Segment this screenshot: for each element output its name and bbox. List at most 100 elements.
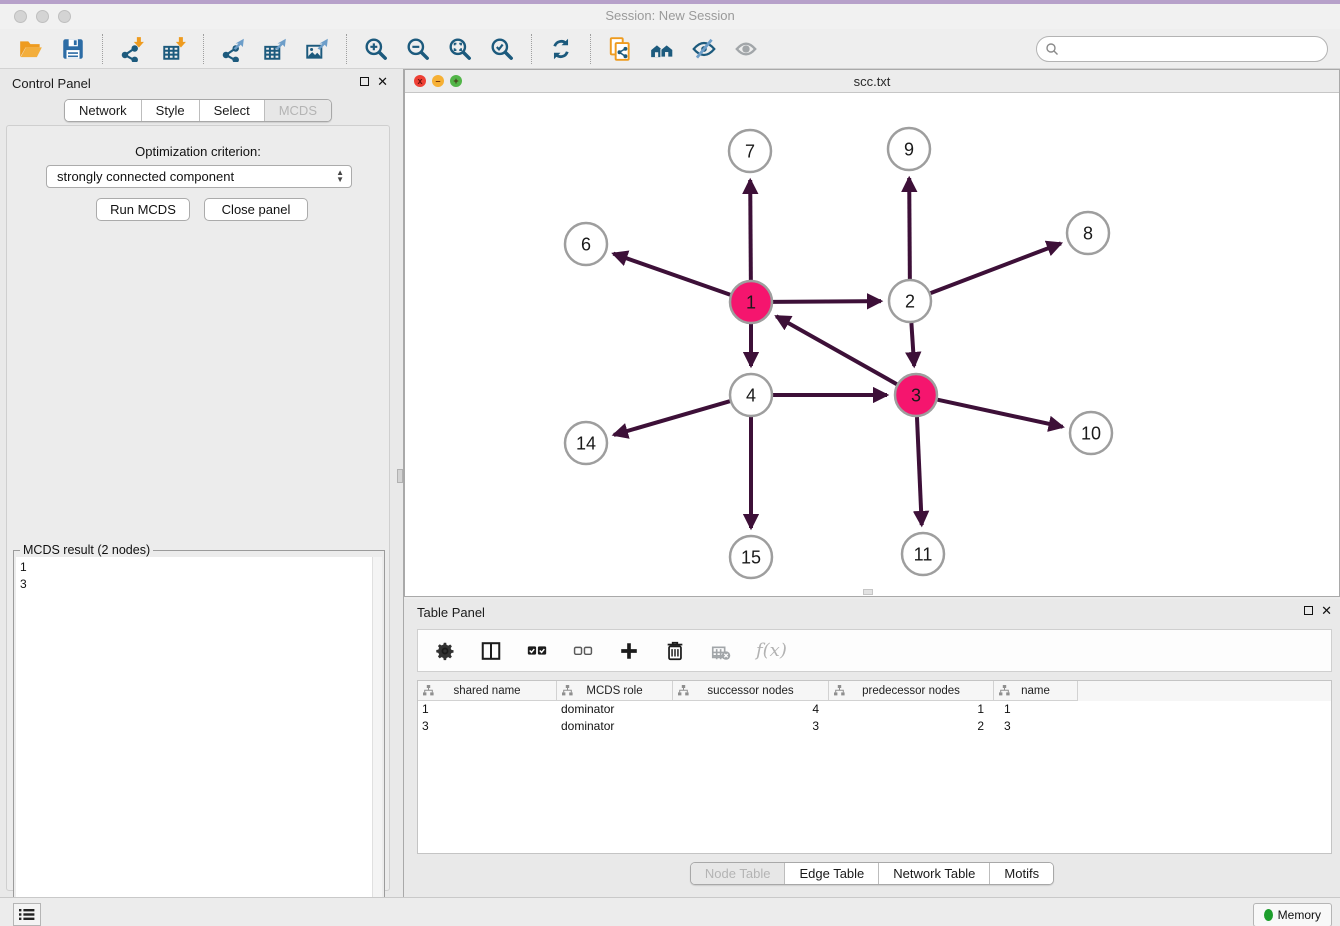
close-panel-icon[interactable]: ✕ xyxy=(377,76,388,87)
search-box[interactable] xyxy=(1036,36,1328,62)
select-all-rows-icon[interactable] xyxy=(526,640,548,662)
first-neighbors-icon[interactable] xyxy=(647,34,677,64)
table-settings-icon[interactable] xyxy=(434,640,456,662)
optimization-criterion-select[interactable]: strongly connected component ▲▼ xyxy=(46,165,352,188)
cell-name: 3 xyxy=(994,718,1078,735)
optimization-criterion-value: strongly connected component xyxy=(57,169,234,184)
float-table-panel-icon[interactable] xyxy=(1304,606,1313,615)
mcds-result-text[interactable]: 1 3 xyxy=(16,557,372,922)
list-icon xyxy=(19,908,35,921)
copy-network-icon[interactable] xyxy=(605,34,635,64)
table-tab-network-table[interactable]: Network Table xyxy=(879,863,990,884)
toolbar-separator xyxy=(590,34,591,64)
network-graph: 7968124314101511 xyxy=(405,93,1339,596)
column-header-MCDS-role[interactable]: MCDS role xyxy=(557,681,673,701)
edge-1-2[interactable] xyxy=(773,301,881,302)
table-row[interactable]: 1dominator411 xyxy=(418,701,1331,718)
column-header-shared-name[interactable]: shared name xyxy=(418,681,557,701)
mcds-panel: Optimization criterion: strongly connect… xyxy=(6,125,390,891)
vertical-splitter[interactable] xyxy=(396,69,404,897)
export-network-icon[interactable] xyxy=(218,34,248,64)
table-row[interactable]: 3dominator323 xyxy=(418,718,1331,735)
toolbar-separator xyxy=(531,34,532,64)
zoom-in-icon[interactable] xyxy=(361,34,391,64)
close-panel-button[interactable]: Close panel xyxy=(204,198,308,221)
import-table-icon[interactable] xyxy=(159,34,189,64)
edge-3-11[interactable] xyxy=(917,417,922,525)
control-panel-tabs: NetworkStyleSelectMCDS xyxy=(0,99,396,122)
show-all-icon[interactable] xyxy=(731,34,761,64)
node-label-8: 8 xyxy=(1083,223,1093,243)
edge-1-7[interactable] xyxy=(750,180,751,280)
cell-shared-name: 3 xyxy=(418,718,557,735)
cell-MCDS-role: dominator xyxy=(557,701,673,718)
zoom-fit-icon[interactable] xyxy=(445,34,475,64)
memory-status-icon xyxy=(1264,909,1273,921)
table-panel-title: Table Panel xyxy=(417,605,485,620)
import-network-icon[interactable] xyxy=(117,34,147,64)
edge-3-10[interactable] xyxy=(937,400,1062,427)
node-table[interactable]: shared nameMCDS rolesuccessor nodesprede… xyxy=(417,680,1332,854)
tab-mcds[interactable]: MCDS xyxy=(265,100,331,121)
mcds-result-scrollbar[interactable] xyxy=(372,557,382,922)
edge-2-8[interactable] xyxy=(931,243,1061,293)
edge-3-1[interactable] xyxy=(776,316,897,384)
canvas-scroll-grip[interactable] xyxy=(863,589,873,595)
cell-successor-nodes: 3 xyxy=(673,718,829,735)
tab-network[interactable]: Network xyxy=(65,100,142,121)
column-header-name[interactable]: name xyxy=(994,681,1078,701)
cell-successor-nodes: 4 xyxy=(673,701,829,718)
search-icon xyxy=(1045,42,1059,56)
open-session-icon[interactable] xyxy=(16,34,46,64)
node-label-10: 10 xyxy=(1081,423,1101,443)
table-tab-motifs[interactable]: Motifs xyxy=(990,863,1053,884)
cell-name: 1 xyxy=(994,701,1078,718)
zoom-selected-icon[interactable] xyxy=(487,34,517,64)
table-panel-tabs: Node TableEdge TableNetwork TableMotifs xyxy=(404,862,1340,885)
hide-selected-icon[interactable] xyxy=(689,34,719,64)
table-tab-group: Node TableEdge TableNetwork TableMotifs xyxy=(690,862,1054,885)
deselect-all-rows-icon[interactable] xyxy=(572,640,594,662)
export-image-icon[interactable] xyxy=(302,34,332,64)
float-panel-icon[interactable] xyxy=(360,77,369,86)
node-table-header: shared nameMCDS rolesuccessor nodesprede… xyxy=(418,681,1331,701)
delete-rows-icon[interactable] xyxy=(664,640,686,662)
network-canvas[interactable]: 7968124314101511 xyxy=(405,93,1339,596)
split-columns-icon[interactable] xyxy=(480,640,502,662)
export-table-icon[interactable] xyxy=(260,34,290,64)
splitter-grip[interactable] xyxy=(397,469,403,483)
edge-2-9[interactable] xyxy=(909,178,910,279)
tab-group: NetworkStyleSelectMCDS xyxy=(64,99,332,122)
memory-button[interactable]: Memory xyxy=(1253,903,1332,926)
node-label-7: 7 xyxy=(745,141,755,161)
column-header-successor-nodes[interactable]: successor nodes xyxy=(673,681,829,701)
close-table-panel-icon[interactable]: ✕ xyxy=(1321,605,1332,616)
search-input[interactable] xyxy=(1063,39,1327,59)
cell-predecessor-nodes: 2 xyxy=(829,718,994,735)
edge-4-14[interactable] xyxy=(614,401,730,435)
control-panel-title: Control Panel xyxy=(12,76,91,91)
node-label-2: 2 xyxy=(905,291,915,311)
function-builder-icon: f(x) xyxy=(756,640,787,661)
table-tab-edge-table[interactable]: Edge Table xyxy=(785,863,879,884)
refresh-layout-icon[interactable] xyxy=(546,34,576,64)
column-header-predecessor-nodes[interactable]: predecessor nodes xyxy=(829,681,994,701)
toolbar-separator xyxy=(102,34,103,64)
zoom-out-icon[interactable] xyxy=(403,34,433,64)
control-panel: Control Panel ✕ NetworkStyleSelectMCDS O… xyxy=(0,69,396,897)
table-tab-node-table[interactable]: Node Table xyxy=(691,863,786,884)
table-panel: Table Panel ✕ f(x) shared nameMCDS roles… xyxy=(404,599,1340,897)
tab-select[interactable]: Select xyxy=(200,100,265,121)
task-history-button[interactable] xyxy=(13,903,41,926)
select-stepper-icon: ▲▼ xyxy=(336,169,344,183)
mcds-result-group: MCDS result (2 nodes) 1 3 xyxy=(13,550,385,925)
tab-style[interactable]: Style xyxy=(142,100,200,121)
run-mcds-button[interactable]: Run MCDS xyxy=(96,198,190,221)
edge-2-3[interactable] xyxy=(911,323,914,366)
optimization-criterion-label: Optimization criterion: xyxy=(7,144,389,159)
add-row-icon[interactable] xyxy=(618,640,640,662)
save-session-icon[interactable] xyxy=(58,34,88,64)
node-label-4: 4 xyxy=(746,385,756,405)
network-title: scc.txt xyxy=(405,74,1339,89)
edge-1-6[interactable] xyxy=(613,254,730,295)
